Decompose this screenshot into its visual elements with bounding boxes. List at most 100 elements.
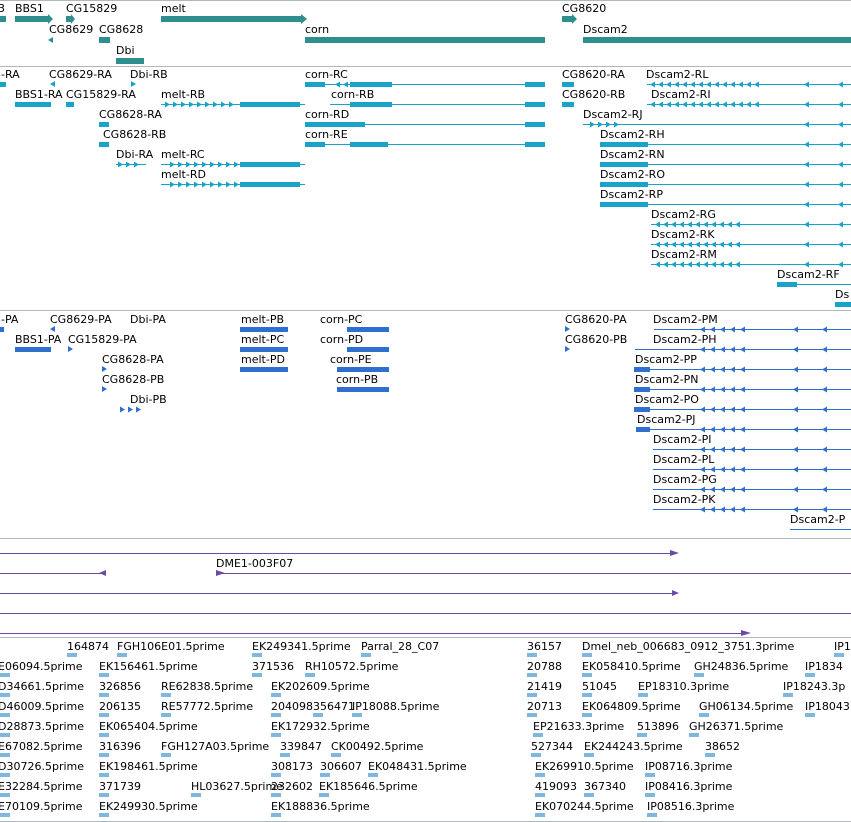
est-label[interactable]: Dmel_neb_006683_0912_3751.3prime [582, 640, 794, 653]
est-label[interactable]: 38652 [705, 740, 740, 753]
est-label[interactable]: EK188836.5prime [271, 800, 370, 813]
est-label[interactable]: 206135 [99, 700, 141, 713]
est-feature [584, 753, 594, 757]
est-label[interactable]: EP18310.3prime [638, 680, 729, 693]
est-label[interactable]: E32284.5prime [0, 780, 82, 793]
est-track: 164874 FGH106E01.5prime EK249341.5prime … [0, 0, 851, 822]
est-feature [0, 693, 10, 697]
est-label[interactable]: 326856 [99, 680, 141, 693]
est-label[interactable]: 367340 [584, 780, 626, 793]
est-label[interactable]: 20713 [527, 700, 562, 713]
est-label[interactable]: Parral_28_C07 [361, 640, 439, 653]
est-feature [805, 673, 815, 677]
est-label[interactable]: RE62838.5prime [161, 680, 253, 693]
est-feature [582, 713, 592, 717]
est-feature [699, 713, 709, 717]
est-feature [361, 653, 371, 657]
est-label[interactable]: D34661.5prime [0, 680, 84, 693]
est-label[interactable]: EK070244.5prime [535, 800, 634, 813]
est-feature [535, 773, 545, 777]
est-feature [0, 793, 10, 797]
est-feature [584, 793, 594, 797]
est-label[interactable]: 20788 [527, 660, 562, 673]
est-label[interactable]: 36157 [527, 640, 562, 653]
est-label[interactable]: IP08516.3prime [647, 800, 734, 813]
est-label[interactable]: 308173 [271, 760, 313, 773]
est-label[interactable]: 371536 [252, 660, 294, 673]
est-label[interactable]: 527344 [531, 740, 573, 753]
est-feature [0, 713, 10, 717]
est-label[interactable]: IP08416.3prime [645, 780, 732, 793]
est-label[interactable]: 204098 [271, 700, 313, 713]
est-feature [99, 673, 109, 677]
est-label[interactable]: IP18043 [805, 700, 850, 713]
est-feature [305, 673, 315, 677]
est-label[interactable]: E70109.5prime [0, 800, 82, 813]
est-label[interactable]: EK244243.5prime [584, 740, 683, 753]
est-label[interactable]: HL03627.5prime [191, 780, 283, 793]
est-label[interactable]: E06094.5prime [0, 660, 82, 673]
est-label[interactable]: D30726.5prime [0, 760, 84, 773]
est-label[interactable]: IP18243.3p [783, 680, 845, 693]
est-feature [535, 813, 545, 817]
est-label[interactable]: 21419 [527, 680, 562, 693]
est-label[interactable]: IP1834 [805, 660, 843, 673]
est-feature [582, 653, 592, 657]
est-label[interactable]: D28873.5prime [0, 720, 84, 733]
est-label[interactable]: RH10572.5prime [305, 660, 398, 673]
est-feature [783, 693, 793, 697]
est-label[interactable]: EK048431.5prime [368, 760, 467, 773]
est-feature [705, 753, 715, 757]
est-label[interactable]: 356471 [313, 700, 355, 713]
est-label[interactable]: IP08716.3prime [645, 760, 732, 773]
est-label[interactable]: GH06134.5prime [699, 700, 793, 713]
est-label[interactable]: 513896 [637, 720, 679, 733]
est-label[interactable]: EP21633.3prime [533, 720, 624, 733]
est-label[interactable]: 232602 [271, 780, 313, 793]
est-label[interactable]: E67082.5prime [0, 740, 82, 753]
est-label[interactable]: EK065404.5prime [99, 720, 198, 733]
est-feature [67, 653, 77, 657]
est-label[interactable]: FGH127A03.5prime [161, 740, 269, 753]
est-feature [582, 693, 592, 697]
est-feature [331, 753, 341, 757]
est-label[interactable]: 419093 [535, 780, 577, 793]
est-label[interactable]: 339847 [280, 740, 322, 753]
est-feature [99, 793, 109, 797]
est-feature [689, 733, 699, 737]
est-feature [117, 653, 127, 657]
est-feature [319, 793, 329, 797]
est-label[interactable]: 371739 [99, 780, 141, 793]
est-label[interactable]: 306607 [320, 760, 362, 773]
est-label[interactable]: EK185646.5prime [319, 780, 418, 793]
est-label[interactable]: EK198461.5prime [99, 760, 198, 773]
est-label[interactable]: 164874 [67, 640, 109, 653]
est-feature [582, 673, 592, 677]
est-label[interactable]: EK172932.5prime [271, 720, 370, 733]
est-label[interactable]: GH24836.5prime [694, 660, 788, 673]
est-label[interactable]: EK156461.5prime [99, 660, 198, 673]
est-label[interactable]: RE57772.5prime [161, 700, 253, 713]
est-label[interactable]: EK064809.5prime [582, 700, 681, 713]
est-track-glyphs [0, 653, 844, 817]
est-feature [527, 653, 537, 657]
est-label[interactable]: GH26371.5prime [689, 720, 783, 733]
est-label[interactable]: 51045 [582, 680, 617, 693]
est-label[interactable]: CK00492.5prime [331, 740, 423, 753]
est-feature [99, 733, 109, 737]
est-feature [271, 813, 281, 817]
est-feature [271, 693, 281, 697]
est-label[interactable]: EK058410.5prime [582, 660, 681, 673]
est-label[interactable]: EK249341.5prime [252, 640, 351, 653]
est-label[interactable]: EK202609.5prime [271, 680, 370, 693]
est-label[interactable]: IP18088.5prime [352, 700, 439, 713]
est-label[interactable]: FGH106E01.5prime [117, 640, 225, 653]
est-label[interactable]: IP1 [834, 640, 851, 653]
est-label[interactable]: D46009.5prime [0, 700, 84, 713]
est-label[interactable]: 316396 [99, 740, 141, 753]
est-feature [99, 813, 109, 817]
est-label[interactable]: EK249930.5prime [99, 800, 198, 813]
est-feature [252, 653, 262, 657]
est-label[interactable]: EK269910.5prime [535, 760, 634, 773]
est-feature [645, 793, 655, 797]
